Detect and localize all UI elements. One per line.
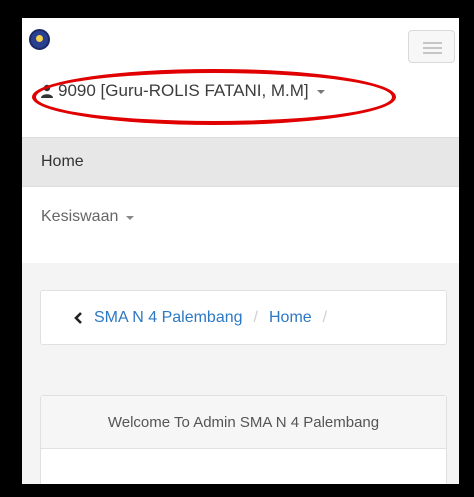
breadcrumb-separator: / bbox=[322, 308, 328, 326]
menu-item-home[interactable]: Home bbox=[22, 137, 459, 187]
panel-heading: Welcome To Admin SMA N 4 Palembang bbox=[41, 396, 446, 449]
menu-item-label: Kesiswaan bbox=[41, 208, 119, 225]
hamburger-icon bbox=[423, 42, 442, 44]
panel-title: Welcome To Admin SMA N 4 Palembang bbox=[107, 413, 380, 431]
breadcrumb: SMA N 4 Palembang / Home / bbox=[40, 290, 447, 345]
annotation-highlight-ellipse bbox=[32, 69, 396, 125]
chevron-left-icon[interactable] bbox=[73, 311, 83, 324]
breadcrumb-link-school[interactable]: SMA N 4 Palembang bbox=[94, 309, 243, 327]
menu-item-label: Home bbox=[41, 153, 84, 170]
breadcrumb-separator: / bbox=[253, 308, 258, 326]
app-frame: 9090 [Guru-ROLIS FATANI, M.M] Home Kesis… bbox=[22, 18, 459, 484]
main-content: SMA N 4 Palembang / Home / Welcome To Ad… bbox=[22, 263, 459, 484]
top-navbar: 9090 [Guru-ROLIS FATANI, M.M] bbox=[22, 18, 459, 134]
navbar-toggle-button[interactable] bbox=[408, 30, 455, 63]
breadcrumb-link-home[interactable]: Home bbox=[269, 309, 312, 327]
school-logo-icon[interactable] bbox=[29, 29, 50, 50]
welcome-panel: Welcome To Admin SMA N 4 Palembang bbox=[40, 395, 447, 484]
menu-item-kesiswaan[interactable]: Kesiswaan bbox=[22, 192, 459, 242]
chevron-down-icon bbox=[126, 216, 135, 220]
